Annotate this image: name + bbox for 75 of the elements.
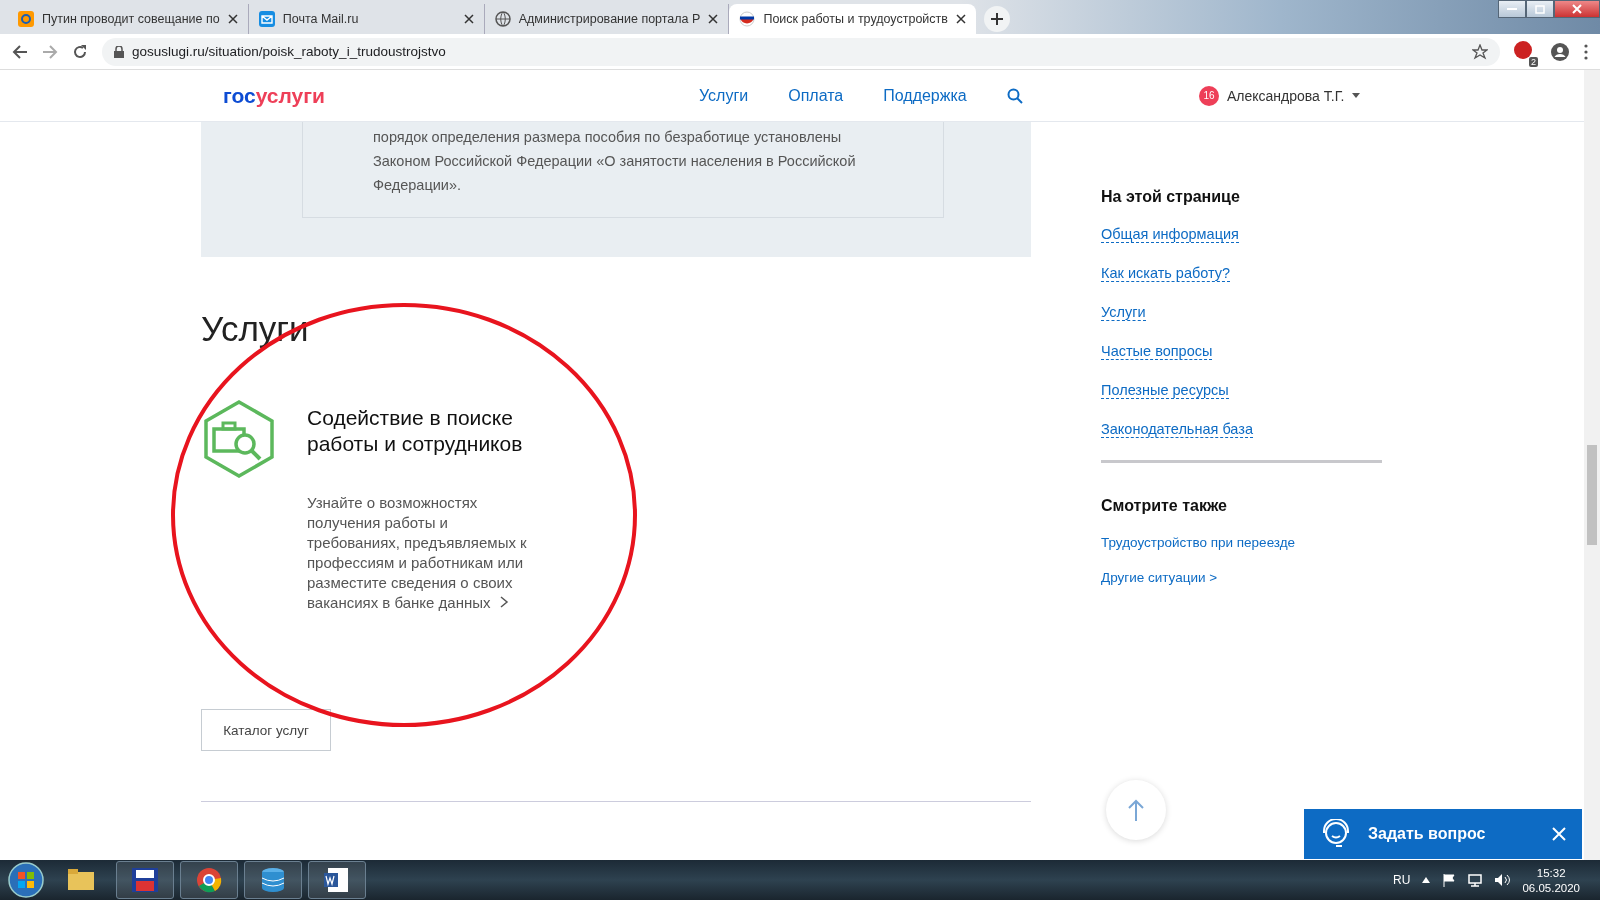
catalog-button[interactable]: Каталог услуг [201, 709, 331, 751]
extension-icon[interactable] [1514, 40, 1532, 59]
anchor-link[interactable]: Законодательная база [1101, 421, 1253, 438]
envelope-icon [258, 11, 275, 27]
info-text: порядок определения размера пособия по безработице установлены Законом Российской Федерации «О занятости населения в Российской Федерации». [373, 128, 857, 195]
tab-title: Администрирование портала Р [518, 12, 701, 26]
tab-title: Путин проводит совещание по [42, 12, 220, 26]
clock-date: 06.05.2020 [1522, 881, 1580, 894]
anchor-link[interactable]: Полезные ресурсы [1101, 382, 1229, 399]
close-button[interactable] [1554, 0, 1600, 18]
taskbar-app-button[interactable] [244, 861, 302, 899]
clock[interactable]: 15:32 06.05.2020 [1522, 866, 1580, 894]
reload-icon[interactable] [72, 43, 88, 60]
star-icon[interactable] [1472, 43, 1488, 60]
search-icon[interactable] [1006, 87, 1023, 104]
user-name[interactable]: Александрова Т.Г. [1227, 87, 1345, 104]
browser-tab[interactable]: Путин проводит совещание по [8, 4, 249, 34]
briefcase-search-icon [201, 399, 277, 479]
menu-icon[interactable] [1584, 43, 1588, 60]
flag-icon[interactable] [1442, 873, 1457, 887]
maximize-button[interactable] [1526, 0, 1554, 18]
support-agent-icon [1320, 819, 1352, 849]
tab-title: Поиск работы и трудоустройств [763, 12, 948, 26]
maximize-icon [1535, 4, 1545, 14]
scrollbar[interactable] [1584, 70, 1600, 860]
taskbar-app-button[interactable] [308, 861, 366, 899]
site-logo[interactable]: госуслуги [223, 83, 699, 108]
related-link[interactable]: Трудоустройство при переезде [1101, 535, 1296, 550]
chevron-icon [498, 596, 509, 608]
flag-icon [739, 11, 756, 27]
nav-link[interactable]: Оплата [788, 86, 844, 105]
nav-link[interactable]: Поддержка [883, 86, 967, 105]
minimize-button[interactable] [1498, 0, 1526, 18]
tab-title: Почта Mail.ru [282, 12, 360, 26]
speaker-icon[interactable] [1494, 873, 1511, 887]
anchor-link[interactable]: Как искать работу? [1101, 265, 1231, 282]
new-tab-button[interactable] [983, 6, 1010, 32]
related-link[interactable]: Другие ситуации > [1101, 570, 1218, 585]
close-icon[interactable] [955, 14, 966, 24]
notification-badge: 16 [1199, 85, 1219, 106]
arrow-up-icon [1128, 799, 1144, 821]
close-icon[interactable] [708, 14, 719, 24]
sidebar-heading: Смотрите также [1101, 497, 1228, 515]
anchor-link[interactable]: Услуги [1101, 304, 1146, 321]
ask-question-button[interactable]: Задать вопрос [1304, 809, 1582, 859]
caret-icon[interactable] [1352, 93, 1361, 98]
taskbar-app-button[interactable] [116, 861, 174, 899]
service-title[interactable]: Содействие в поиске работы и сотрудников [307, 405, 557, 457]
tray-arrow-icon[interactable] [1422, 877, 1431, 883]
browser-tab[interactable]: Поиск работы и трудоустройств [729, 4, 976, 34]
chrome-icon [194, 866, 224, 894]
anchor-link[interactable]: Общая информация [1101, 226, 1239, 243]
close-icon[interactable] [463, 14, 474, 24]
scrollbar-thumb[interactable] [1587, 445, 1597, 545]
browser-tab[interactable]: Почта Mail.ru [248, 4, 485, 34]
taskbar-app-button[interactable] [180, 861, 238, 899]
service-description[interactable]: Узнайте о возможностях получения работы и требованиях, предъявляемых к профессиям и работникам или разместите сведения о своих вакансиях в банке данных [307, 493, 531, 613]
account-icon[interactable] [1550, 41, 1570, 62]
lock-icon [114, 45, 124, 58]
close-icon [1572, 4, 1582, 14]
language-indicator[interactable]: RU [1393, 873, 1411, 887]
plus-icon [990, 13, 1003, 25]
network-icon[interactable] [1468, 873, 1483, 887]
minimize-icon [1507, 8, 1517, 10]
extension-badge: 2 [1529, 56, 1538, 67]
back-icon[interactable] [12, 43, 28, 60]
globe-icon [494, 11, 511, 27]
sidebar-heading: На этой странице [1101, 188, 1241, 206]
close-icon[interactable] [227, 14, 238, 24]
browser-tab[interactable]: Администрирование портала Р [484, 4, 730, 34]
address-bar[interactable]: gosuslugi.ru/situation/poisk_raboty_i_trudoustrojstvo [102, 37, 1500, 66]
start-button[interactable] [6, 860, 46, 900]
clock-time: 15:32 [1536, 866, 1566, 879]
anchor-link[interactable]: Частые вопросы [1101, 343, 1213, 360]
nav-link[interactable]: Услуги [699, 86, 749, 105]
